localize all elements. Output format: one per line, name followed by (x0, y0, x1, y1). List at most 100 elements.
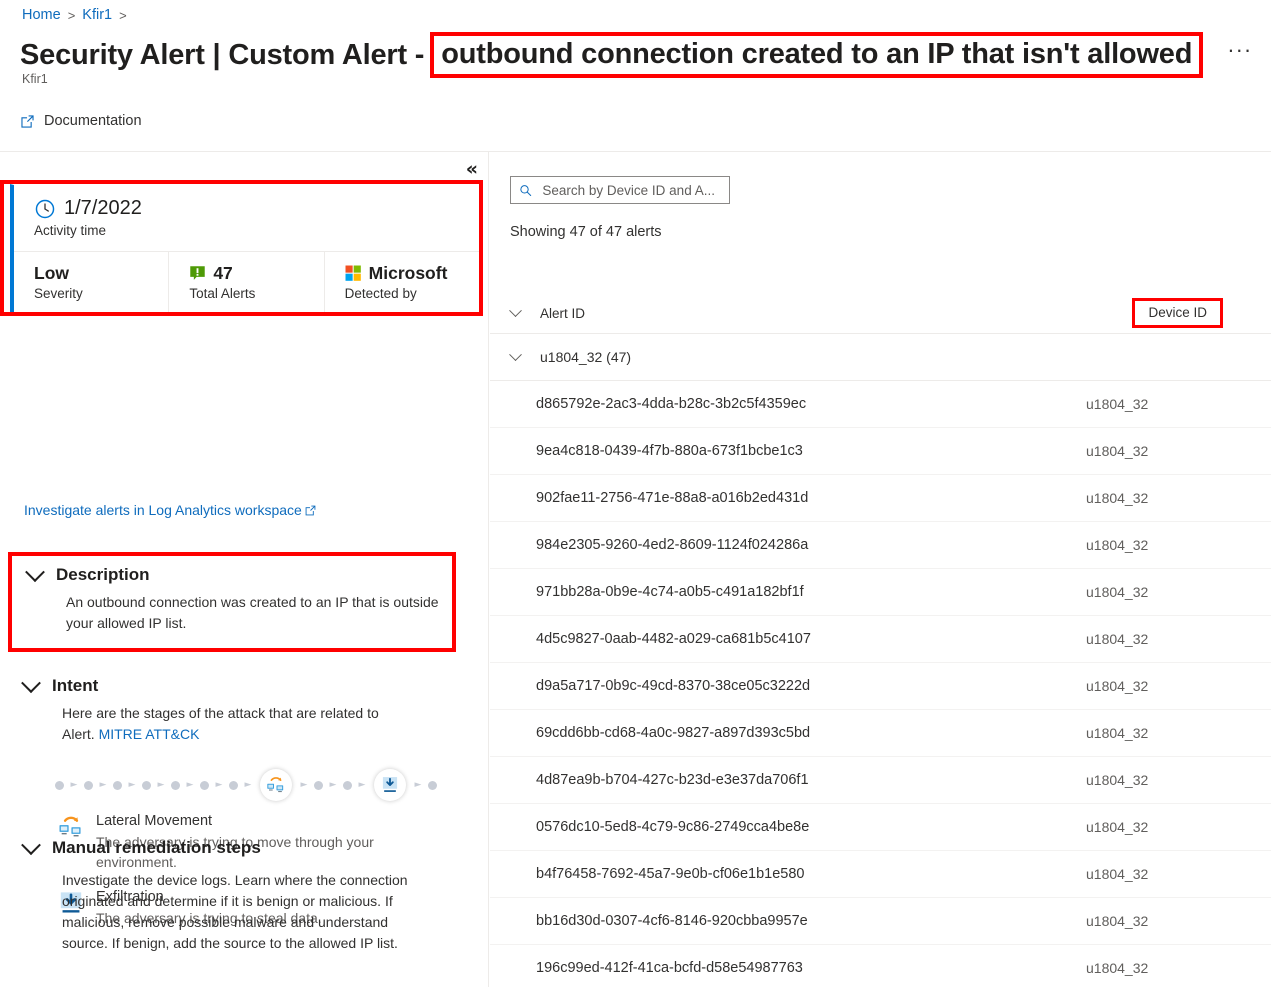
cell-alert-id: 69cdd6bb-cd68-4a0c-9827-a897d393c5bd (536, 725, 811, 741)
total-alerts-label: Total Alerts (189, 286, 256, 301)
chevron-down-icon (508, 304, 522, 318)
breadcrumb-item-home[interactable]: Home (22, 7, 61, 23)
intent-timeline: ► ► ► ► ► ► ► ► ► ► ► (55, 768, 437, 802)
remediation-body: Investigate the device logs. Learn where… (62, 872, 408, 951)
more-options-button[interactable]: ··· (1223, 39, 1256, 68)
investigate-alerts-link[interactable]: Investigate alerts in Log Analytics work… (24, 502, 317, 518)
severity-tile: Low Severity (14, 252, 170, 312)
table-group-row[interactable]: u1804_32 (47) (490, 334, 1271, 381)
cell-alert-id: 4d87ea9b-b704-427c-b23d-e3e37da706f1 (536, 772, 809, 788)
timeline-arrow-icon: ► (215, 779, 223, 790)
clock-icon (35, 199, 55, 218)
timeline-arrow-icon: ► (358, 779, 366, 790)
investigate-alerts-label: Investigate alerts in Log Analytics work… (24, 502, 302, 518)
cell-device-id: u1804_32 (1086, 537, 1149, 553)
alert-summary-card: 1/7/2022 Activity time Low Severity 47 T… (10, 184, 479, 312)
table-row[interactable]: 4d5c9827-0aab-4482-a029-ca681b5c4107 u180… (490, 616, 1271, 663)
column-header-device-id[interactable]: Device ID (1148, 305, 1207, 320)
security-alert-page: Home > Kfir1 > Security Alert | Custom A… (0, 0, 1271, 987)
timeline-arrow-icon: ► (186, 779, 194, 790)
remediation-heading: Manual remediation steps (52, 838, 261, 857)
severity-value: Low (34, 263, 69, 283)
timeline-arrow-icon: ► (157, 779, 165, 790)
cell-alert-id: 9ea4c818-0439-4f7b-880a-673f1bcbe1c3 (536, 443, 803, 459)
table-row[interactable]: 902fae11-2756-471e-88a8-a016b2ed431d u180… (490, 475, 1271, 522)
description-body: An outbound connection was created to an… (66, 594, 439, 631)
command-bar: Documentation (0, 102, 1271, 152)
timeline-dot (84, 780, 93, 790)
alert-summary-card-highlight: 1/7/2022 Activity time Low Severity 47 T… (0, 180, 483, 316)
chevron-down-icon (21, 673, 41, 694)
table-row[interactable]: d865792e-2ac3-4dda-b28c-3b2c5f4359ec u180… (490, 381, 1271, 428)
cell-device-id: u1804_32 (1086, 772, 1149, 788)
table-row[interactable]: 971bb28a-0b9e-4c74-a0b5-c491a182bf1f u180… (490, 569, 1271, 616)
table-row[interactable]: 9ea4c818-0439-4f7b-880a-673f1bcbe1c3 u180… (490, 428, 1271, 475)
timeline-arrow-icon: ► (70, 779, 78, 790)
table-row[interactable]: 4d87ea9b-b704-427c-b23d-e3e37da706f1 u180… (490, 757, 1271, 804)
table-row[interactable]: 196c99ed-412f-41ca-bcfd-d58e54987763 u180… (490, 945, 1271, 987)
detected-by-tile: Microsoft Detected by (325, 252, 479, 312)
collapse-panel-button[interactable]: « (466, 160, 478, 179)
alert-summary-metrics: Low Severity 47 Total Alerts Microsoft D… (14, 252, 479, 312)
documentation-button[interactable]: Documentation (14, 109, 148, 133)
intent-header[interactable]: Intent (0, 673, 470, 696)
table-row[interactable]: 984e2305-9260-4ed2-8609-1124f024286a u180… (490, 522, 1271, 569)
timeline-arrow-icon: ► (99, 779, 107, 790)
total-alerts-value: 47 (213, 263, 233, 283)
timeline-dot (171, 780, 180, 790)
timeline-arrow-icon: ► (329, 779, 337, 790)
timeline-dot (113, 780, 122, 790)
table-row[interactable]: bb16d30d-0307-4cf6-8146-920cbba9957e u180… (490, 898, 1271, 945)
microsoft-logo-icon (345, 265, 361, 281)
cell-alert-id: 902fae11-2756-471e-88a8-a016b2ed431d (536, 490, 809, 506)
search-box[interactable] (510, 176, 730, 204)
search-input[interactable] (540, 181, 721, 199)
intent-item-name: Lateral Movement (96, 813, 213, 829)
remediation-section: Manual remediation steps Investigate the… (0, 835, 470, 954)
alerts-table: Alert ID Device ID u1804_32 (47) d865792… (490, 294, 1271, 987)
table-row[interactable]: 0576dc10-5ed8-4c79-9c86-2749cca4be8e u180… (490, 804, 1271, 851)
detected-by-value: Microsoft (368, 263, 448, 283)
description-heading: Description (56, 565, 150, 584)
exfiltration-icon (382, 777, 398, 792)
description-section-highlight: Description An outbound connection was c… (8, 552, 456, 652)
timeline-arrow-icon: ► (128, 779, 136, 790)
lateral-movement-icon (59, 816, 81, 837)
search-icon (520, 184, 532, 196)
intent-section: Intent Here are the stages of the attack… (0, 673, 470, 745)
cell-alert-id: 0576dc10-5ed8-4c79-9c86-2749cca4be8e (536, 819, 810, 835)
timeline-stage-lateral-movement[interactable] (260, 769, 292, 801)
remediation-header[interactable]: Manual remediation steps (0, 835, 470, 858)
column-header-device-id-highlight: Device ID (1132, 298, 1223, 328)
activity-time-label: Activity time (34, 223, 107, 238)
expand-group-button[interactable] (490, 347, 540, 362)
mitre-attack-link[interactable]: MITRE ATT&CK (99, 726, 200, 742)
cell-device-id: u1804_32 (1086, 396, 1149, 412)
page-subtitle: Kfir1 (22, 72, 48, 86)
breadcrumb-item-kfir1[interactable]: Kfir1 (82, 7, 112, 23)
detected-by-label: Detected by (344, 286, 417, 301)
total-alerts-tile: 47 Total Alerts (169, 252, 325, 312)
severity-label: Severity (34, 286, 83, 301)
table-row[interactable]: 69cdd6bb-cd68-4a0c-9827-a897d393c5bd u180… (490, 710, 1271, 757)
external-link-icon-2 (305, 505, 316, 515)
description-header[interactable]: Description (12, 562, 482, 585)
cell-device-id: u1804_32 (1086, 913, 1149, 929)
intent-heading: Intent (52, 676, 99, 695)
cell-device-id: u1804_32 (1086, 631, 1149, 647)
cell-alert-id: 4d5c9827-0aab-4482-a029-ca681b5c4107 (536, 631, 811, 647)
table-row[interactable]: b4f76458-7692-45a7-9e0b-cf06e1b1e580 u180… (490, 851, 1271, 898)
cell-device-id: u1804_32 (1086, 490, 1149, 506)
breadcrumb-separator-icon-2: > (119, 7, 127, 23)
alerts-count-text: Showing 47 of 47 alerts (510, 224, 662, 240)
timeline-stage-exfiltration[interactable] (374, 769, 406, 801)
cell-alert-id: 984e2305-9260-4ed2-8609-1124f024286a (536, 537, 809, 553)
activity-time-tile: 1/7/2022 Activity time (14, 185, 479, 252)
timeline-arrow-icon: ► (414, 779, 422, 790)
expand-all-button[interactable] (490, 304, 540, 318)
table-row[interactable]: d9a5a717-0b9c-49cd-8370-38ce05c3222d u180… (490, 663, 1271, 710)
breadcrumb: Home > Kfir1 > (22, 7, 127, 23)
page-title: Security Alert | Custom Alert - (20, 39, 425, 71)
timeline-arrow-icon: ► (300, 779, 308, 790)
table-body: d865792e-2ac3-4dda-b28c-3b2c5f4359ec u180… (490, 381, 1271, 987)
